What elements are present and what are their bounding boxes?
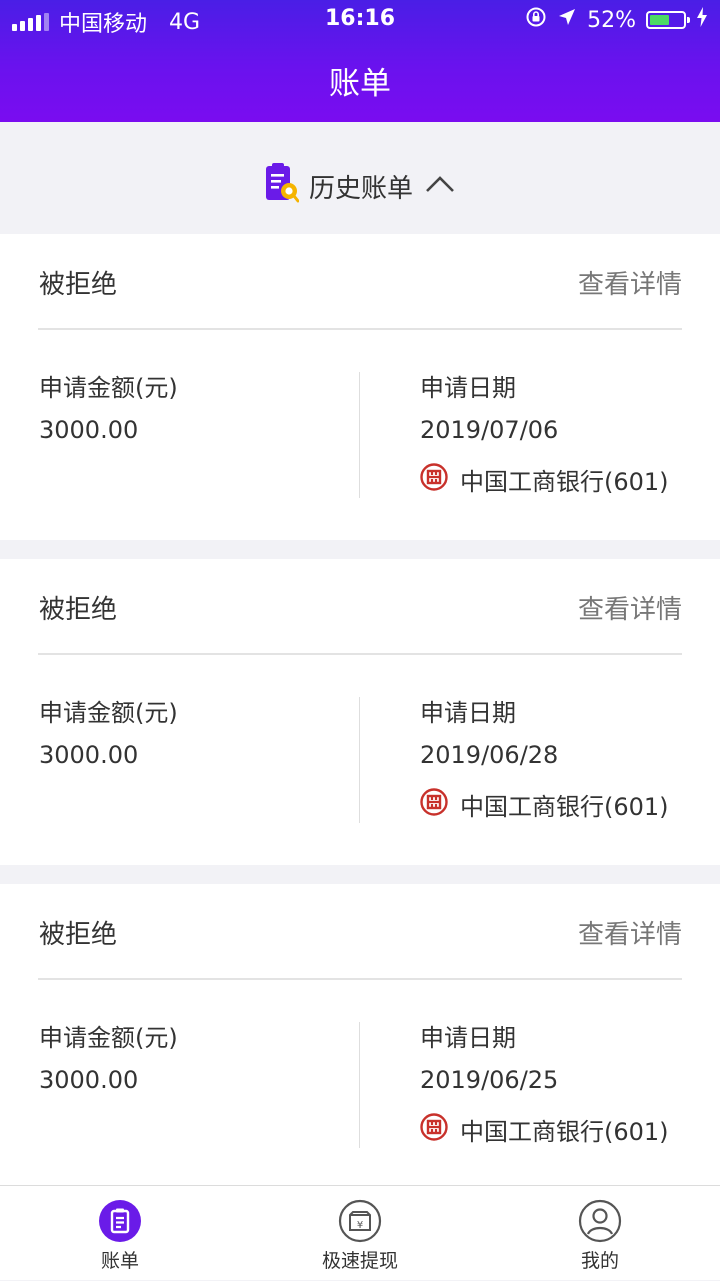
- icbc-logo-icon: [420, 787, 448, 822]
- date-label: 申请日期: [420, 699, 516, 727]
- amount-value: 3000.00: [39, 1066, 139, 1094]
- tab-label: 我的: [580, 1250, 619, 1272]
- battery-percent: 52%: [587, 7, 636, 33]
- cash-box-icon: ¥: [338, 1199, 382, 1243]
- history-bill-icon: [265, 162, 300, 210]
- date-value: 2019/06/25: [420, 1066, 559, 1094]
- rotation-lock-icon: [525, 6, 547, 34]
- card-divider: [38, 978, 682, 980]
- card-divider: [38, 653, 682, 655]
- status-bar: 中国移动 4G 16:16 52%: [0, 0, 720, 40]
- column-divider: [359, 372, 360, 498]
- bank-info: 中国工商银行(601): [420, 1112, 669, 1147]
- view-details-link[interactable]: 查看详情: [578, 589, 682, 626]
- bank-info: 中国工商银行(601): [420, 787, 669, 822]
- bank-name: 中国工商银行(601): [460, 468, 669, 496]
- view-details-link[interactable]: 查看详情: [578, 914, 682, 951]
- svg-text:¥: ¥: [357, 1220, 363, 1231]
- history-bills-toggle[interactable]: 历史账单: [0, 138, 720, 234]
- battery-icon: [646, 11, 690, 29]
- bill-icon: [98, 1199, 142, 1243]
- amount-label: 申请金额(元): [39, 1024, 178, 1052]
- bank-name: 中国工商银行(601): [460, 1118, 669, 1146]
- app-header: 中国移动 4G 16:16 52% 账单: [0, 0, 720, 122]
- bank-name: 中国工商银行(601): [460, 793, 669, 821]
- card-divider: [38, 328, 682, 330]
- charging-icon: [696, 7, 708, 33]
- bill-card: 被拒绝 查看详情 申请金额(元) 3000.00 申请日期 2019/07/06…: [0, 234, 720, 540]
- bill-status: 被拒绝: [39, 595, 118, 625]
- bill-status: 被拒绝: [39, 920, 118, 950]
- profile-icon: [578, 1199, 622, 1243]
- tab-bar: 账单 ¥ 极速提现 我的: [0, 1185, 720, 1280]
- bill-status: 被拒绝: [39, 270, 118, 300]
- tab-bills[interactable]: 账单: [0, 1186, 240, 1281]
- location-icon: [557, 7, 577, 33]
- tab-profile[interactable]: 我的: [480, 1186, 720, 1281]
- date-label: 申请日期: [420, 374, 516, 402]
- tab-label: 账单: [100, 1250, 139, 1272]
- page-title: 账单: [329, 66, 391, 102]
- date-value: 2019/07/06: [420, 416, 559, 444]
- amount-value: 3000.00: [39, 416, 139, 444]
- date-value: 2019/06/28: [420, 741, 559, 769]
- view-details-link[interactable]: 查看详情: [578, 264, 682, 301]
- bill-card: 被拒绝 查看详情 申请金额(元) 3000.00 申请日期 2019/06/25…: [0, 884, 720, 1190]
- chevron-up-icon: [425, 171, 455, 201]
- amount-label: 申请金额(元): [39, 699, 178, 727]
- tab-label: 极速提现: [321, 1250, 398, 1272]
- amount-label: 申请金额(元): [39, 374, 178, 402]
- history-bills-label: 历史账单: [308, 173, 413, 204]
- column-divider: [359, 1022, 360, 1148]
- icbc-logo-icon: [420, 462, 448, 497]
- amount-value: 3000.00: [39, 741, 139, 769]
- icbc-logo-icon: [420, 1112, 448, 1147]
- bill-card: 被拒绝 查看详情 申请金额(元) 3000.00 申请日期 2019/06/28…: [0, 559, 720, 865]
- bank-info: 中国工商银行(601): [420, 462, 669, 497]
- date-label: 申请日期: [420, 1024, 516, 1052]
- column-divider: [359, 697, 360, 823]
- tab-quick-withdraw[interactable]: ¥ 极速提现: [240, 1186, 480, 1281]
